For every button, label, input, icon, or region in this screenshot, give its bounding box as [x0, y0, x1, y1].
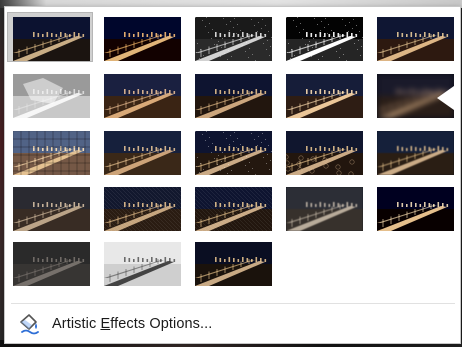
artistic-effects-options-button[interactable]: Artistic Effects Options... — [17, 310, 449, 338]
effect-glow-edges[interactable] — [189, 237, 275, 287]
effect-glow-diffused[interactable] — [280, 69, 366, 119]
effect-cutout[interactable] — [7, 237, 93, 287]
effect-cement[interactable] — [7, 182, 93, 232]
effect-plastic-wrap[interactable] — [371, 182, 457, 232]
effect-preview-image — [286, 17, 363, 61]
effect-thumbnail — [286, 187, 363, 231]
effect-light-screen[interactable] — [7, 126, 93, 176]
effect-thumbnail — [13, 17, 90, 61]
effect-preview-image — [104, 187, 181, 231]
effect-watercolor-sponge[interactable] — [98, 126, 184, 176]
effect-preview-image — [195, 131, 272, 175]
effect-preview-image — [13, 17, 90, 61]
effect-preview-image — [286, 131, 363, 175]
effect-preview-image — [104, 17, 181, 61]
effect-thumbnail — [286, 74, 363, 118]
effect-paint-brush[interactable] — [189, 69, 275, 119]
effect-thumbnail — [377, 17, 454, 61]
effect-thumbnail — [104, 187, 181, 231]
effect-preview-image — [195, 187, 272, 231]
effect-crisscross-etching[interactable] — [189, 182, 275, 232]
effect-thumbnail — [13, 187, 90, 231]
effect-thumbnail — [195, 242, 272, 286]
effect-preview-image — [13, 74, 90, 118]
effect-thumbnail — [13, 131, 90, 175]
effect-preview-image — [104, 131, 181, 175]
effect-preview-image — [377, 131, 454, 175]
effect-thumbnail — [195, 131, 272, 175]
effect-thumbnail — [286, 131, 363, 175]
effect-photocopy[interactable] — [98, 237, 184, 287]
effect-marker[interactable] — [98, 12, 184, 62]
effect-preview-image — [286, 187, 363, 231]
gallery-divider — [11, 303, 455, 304]
effect-line-drawing[interactable] — [371, 12, 457, 62]
effect-thumbnail — [195, 74, 272, 118]
effect-thumbnail — [104, 131, 181, 175]
effect-pastels-smooth[interactable] — [280, 182, 366, 232]
effect-thumbnail — [104, 74, 181, 118]
effect-preview-image — [13, 242, 90, 286]
effect-preview-image — [104, 242, 181, 286]
effect-preview-image — [195, 17, 272, 61]
effect-thumbnail — [195, 187, 272, 231]
effect-chalk-sketch[interactable] — [7, 69, 93, 119]
effect-thumbnail — [13, 242, 90, 286]
effect-texturizer[interactable] — [98, 182, 184, 232]
effect-preview-image — [13, 187, 90, 231]
effect-preview-image — [195, 242, 272, 286]
effect-pencil-sketch[interactable] — [280, 12, 366, 62]
effect-glass[interactable] — [371, 126, 457, 176]
effect-thumbnail — [13, 74, 90, 118]
effect-thumbnail — [104, 242, 181, 286]
effect-preview-image — [286, 74, 363, 118]
effect-pencil-grayscale[interactable] — [189, 12, 275, 62]
paint-bucket-icon — [17, 312, 41, 336]
effect-preview-image — [104, 74, 181, 118]
effect-none[interactable] — [7, 12, 93, 62]
effect-preview-image — [13, 131, 90, 175]
effect-preview-image — [377, 187, 454, 231]
effect-thumbnail — [377, 187, 454, 231]
artistic-effects-options-label: Artistic Effects Options... — [52, 316, 213, 332]
effect-thumbnail — [104, 17, 181, 61]
effect-film-grain[interactable] — [189, 126, 275, 176]
gallery-callout-pointer — [437, 86, 454, 110]
effect-paint-strokes[interactable] — [98, 69, 184, 119]
effect-preview-image — [377, 17, 454, 61]
effect-mosaic-bubbles[interactable] — [280, 126, 366, 176]
effect-thumbnail — [195, 17, 272, 61]
effect-preview-image — [195, 74, 272, 118]
effect-thumbnail — [377, 131, 454, 175]
artistic-effects-gallery: Artistic Effects Options... — [4, 6, 461, 344]
effect-thumbnail — [286, 17, 363, 61]
